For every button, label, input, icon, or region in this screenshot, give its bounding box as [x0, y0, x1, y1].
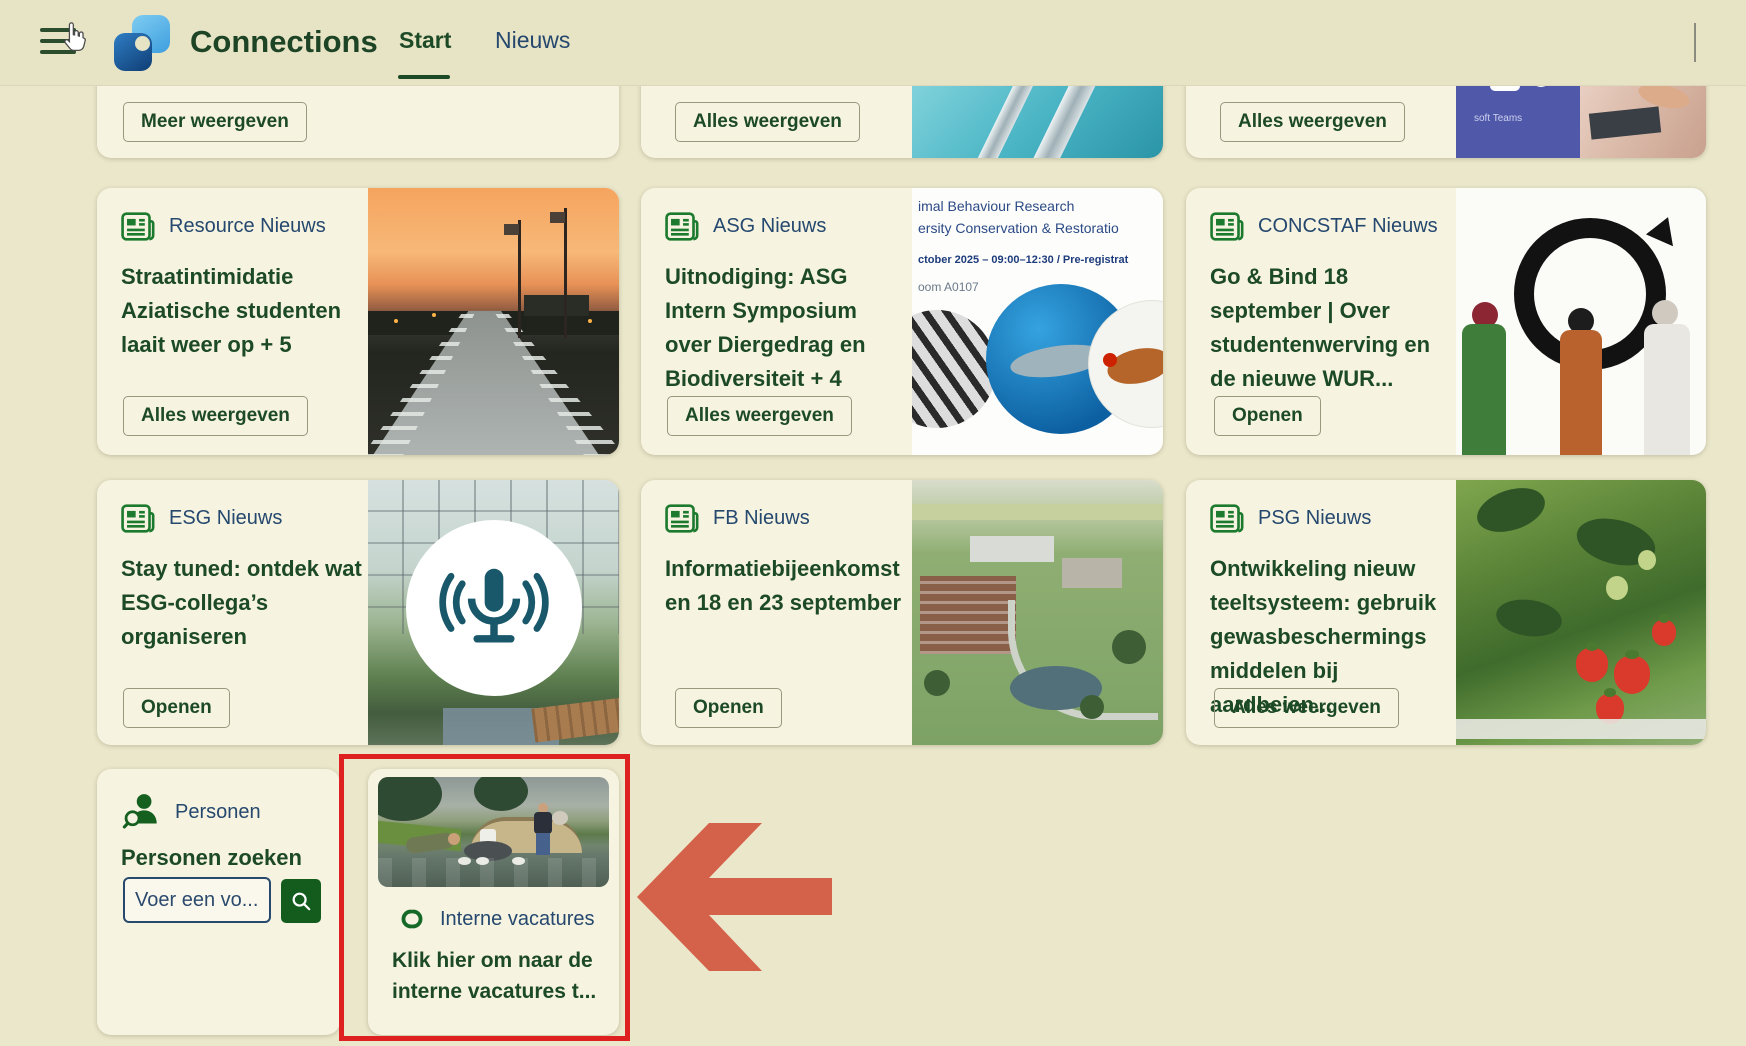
text-cursor-bar: [1694, 23, 1696, 62]
openen-button[interactable]: Openen: [123, 688, 230, 728]
openen-button[interactable]: Openen: [1214, 396, 1321, 436]
card-headline: Informatiebijeenkomst en 18 en 23 septem…: [665, 552, 919, 620]
card-image-strawberries: [1456, 480, 1706, 745]
alles-weergeven-button[interactable]: Alles weergeven: [1220, 102, 1405, 142]
card-image-sunset-bridge: [368, 188, 619, 455]
newspaper-icon: [121, 212, 155, 241]
news-card-psg[interactable]: PSG Nieuws Ontwikkeling nieuw teeltsyste…: [1186, 480, 1706, 745]
card-image-symposium-poster: imal Behaviour Research ersity Conservat…: [912, 188, 1163, 455]
mouse-cursor-hand-icon: [60, 22, 88, 54]
viva-connections-dashboard: Connections Start Nieuws Meer weergeven …: [0, 0, 1746, 1046]
card-headline: Straatintimidatie Aziatische studenten l…: [121, 260, 359, 362]
highlight-arrow-icon: [637, 823, 833, 973]
card-source-title: FB Nieuws: [713, 507, 810, 530]
poster-text: ersity Conservation & Restoratio: [918, 220, 1119, 236]
newspaper-icon: [1210, 504, 1244, 533]
newspaper-icon: [121, 504, 155, 533]
newspaper-icon: [665, 504, 699, 533]
meer-weergeven-button[interactable]: Meer weergeven: [123, 102, 307, 142]
alles-weergeven-button[interactable]: Alles weergeven: [123, 396, 308, 436]
news-card-fb[interactable]: FB Nieuws Informatiebijeenkomst en 18 en…: [641, 480, 1163, 745]
news-card-resource[interactable]: Resource Nieuws Straatintimidatie Aziati…: [97, 188, 619, 455]
card-source-title: ASG Nieuws: [713, 215, 826, 238]
poster-text: oom A0107: [918, 280, 979, 294]
highlight-box: [339, 754, 630, 1041]
teams-caption-text: soft Teams: [1474, 113, 1522, 124]
card-headline: Uitnodiging: ASG Intern Symposium over D…: [665, 260, 909, 396]
card-headline: Go & Bind 18 september | Over studentenw…: [1210, 260, 1442, 396]
app-header: Connections Start Nieuws: [0, 0, 1746, 86]
card-source-title: PSG Nieuws: [1258, 507, 1371, 530]
viva-connections-logo: [114, 15, 172, 71]
tab-nieuws[interactable]: Nieuws: [495, 27, 570, 54]
card-source-title: CONCSTAF Nieuws: [1258, 215, 1438, 238]
app-title: Connections: [190, 24, 378, 60]
newspaper-icon: [665, 212, 699, 241]
news-card-esg[interactable]: ESG Nieuws Stay tuned: ontdek wat ESG-co…: [97, 480, 619, 745]
poster-text: imal Behaviour Research: [918, 198, 1074, 214]
poster-text: ctober 2025 – 09:00–12:30 / Pre-registra…: [918, 254, 1128, 266]
card-headline: Stay tuned: ontdek wat ESG-collega’s org…: [121, 552, 373, 654]
alles-weergeven-button[interactable]: Alles weergeven: [675, 102, 860, 142]
news-card-asg[interactable]: ASG Nieuws Uitnodiging: ASG Intern Sympo…: [641, 188, 1163, 455]
alles-weergeven-button[interactable]: Alles weergeven: [667, 396, 852, 436]
openen-button[interactable]: Openen: [675, 688, 782, 728]
person-search-icon: [121, 791, 163, 833]
search-button[interactable]: [281, 879, 321, 923]
newspaper-icon: [1210, 212, 1244, 241]
card-source-title: Personen: [175, 801, 261, 824]
active-tab-underline: [398, 75, 450, 79]
card-image-circular-arrow: [1456, 188, 1706, 455]
search-icon: [290, 890, 312, 912]
search-label: Personen zoeken: [121, 845, 302, 871]
microphone-icon: [438, 552, 550, 664]
personen-card: Personen Personen zoeken: [97, 769, 340, 1035]
card-image-podcast-greenhouse: [368, 480, 619, 745]
tab-start[interactable]: Start: [399, 27, 451, 54]
card-image-campus-aerial: [912, 480, 1163, 745]
card-source-title: Resource Nieuws: [169, 215, 326, 238]
card-source-title: ESG Nieuws: [169, 507, 282, 530]
news-card-concstaf[interactable]: CONCSTAF Nieuws Go & Bind 18 september |…: [1186, 188, 1706, 455]
alles-weergeven-button[interactable]: Alles weergeven: [1214, 688, 1399, 728]
person-search-input[interactable]: [123, 877, 271, 923]
